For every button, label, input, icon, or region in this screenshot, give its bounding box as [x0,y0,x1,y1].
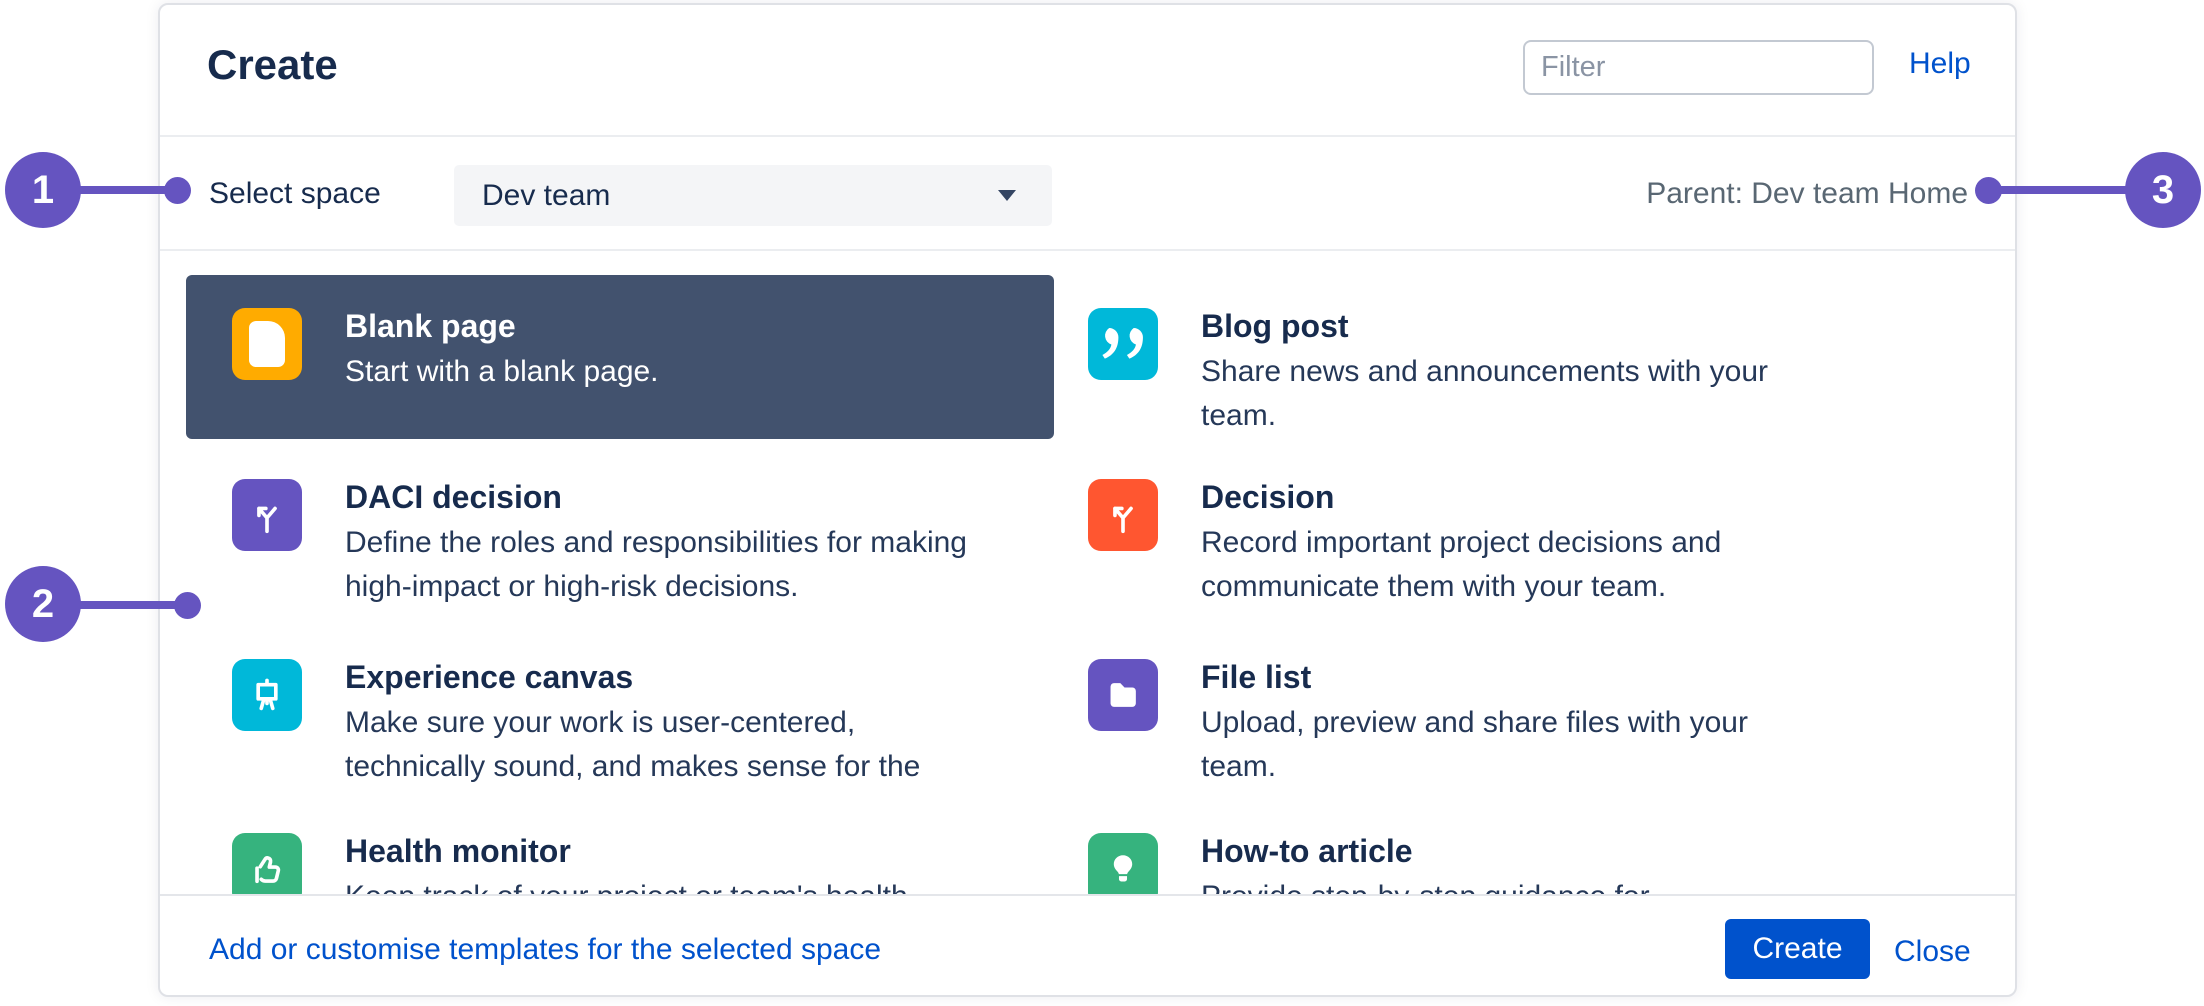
quote-icon [1088,308,1158,380]
template-description: Record important project decisions and c… [1201,521,1831,609]
branch-icon [1088,479,1158,551]
create-dialog: Create Help Select space Dev team Parent… [158,3,2017,997]
annotation-dot-3 [1975,177,2002,204]
easel-icon [232,659,302,731]
template-item-daci-decision[interactable]: DACI decision Define the roles and respo… [232,479,1042,609]
template-item-decision[interactable]: Decision Record important project decisi… [1088,479,1898,609]
footer-divider [160,894,2015,896]
space-select-value: Dev team [482,179,998,213]
help-link[interactable]: Help [1909,47,1971,81]
template-title: Decision [1201,479,1831,515]
template-description: Share news and announcements with your t… [1201,350,1831,438]
template-title: Experience canvas [345,659,975,695]
annotation-number: 2 [32,582,54,627]
dialog-title: Create [207,41,338,89]
template-title: Blank page [345,308,975,344]
space-select-dropdown[interactable]: Dev team [454,165,1052,226]
template-description: Upload, preview and share files with you… [1201,701,1831,789]
template-list: Blank page Start with a blank page. Blog… [160,251,2015,894]
template-item-experience-canvas[interactable]: Experience canvas Make sure your work is… [232,659,1042,789]
thumbs-up-icon [232,833,302,894]
annotation-number: 1 [32,168,54,213]
folder-icon [1088,659,1158,731]
template-description: Make sure your work is user-centered, te… [345,701,975,789]
template-title: Health monitor [345,833,975,869]
template-item-file-list[interactable]: File list Upload, preview and share file… [1088,659,1898,789]
template-item-blog-post[interactable]: Blog post Share news and announcements w… [1088,308,1898,438]
filter-input[interactable] [1523,40,1874,95]
template-title: How-to article [1201,833,1831,869]
annotation-dot-1 [164,177,191,204]
page-icon [232,308,302,380]
template-description: Provide step-by-step guidance for [1201,875,1831,894]
lightbulb-icon [1088,833,1158,894]
template-item-how-to-article[interactable]: How-to article Provide step-by-step guid… [1088,833,1898,894]
template-title: Blog post [1201,308,1831,344]
customise-templates-link[interactable]: Add or customise templates for the selec… [209,933,881,967]
create-button[interactable]: Create [1725,919,1870,979]
template-title: File list [1201,659,1831,695]
select-space-label: Select space [209,177,381,211]
header-divider [160,135,2015,137]
branch-icon [232,479,302,551]
template-title: DACI decision [345,479,975,515]
annotation-line-3 [2000,186,2130,194]
chevron-down-icon [998,190,1016,201]
template-description: Keep track of your project or team's hea… [345,875,975,894]
close-link[interactable]: Close [1894,935,1971,969]
annotation-number: 3 [2152,168,2174,213]
annotation-marker-3: 3 [2125,152,2201,228]
template-item-blank-page[interactable]: Blank page Start with a blank page. [186,275,1054,439]
annotation-line-2 [78,601,178,609]
template-description: Define the roles and responsibilities fo… [345,521,975,609]
annotation-line-1 [78,186,168,194]
parent-page-label: Parent: Dev team Home [1646,177,1968,211]
template-description: Start with a blank page. [345,350,975,394]
template-item-health-monitor[interactable]: Health monitor Keep track of your projec… [232,833,1042,894]
annotation-dot-2 [174,592,201,619]
annotation-marker-1: 1 [5,152,81,228]
screenshot-stage: 1 2 3 Create Help Select space Dev team … [0,0,2204,1006]
annotation-marker-2: 2 [5,566,81,642]
